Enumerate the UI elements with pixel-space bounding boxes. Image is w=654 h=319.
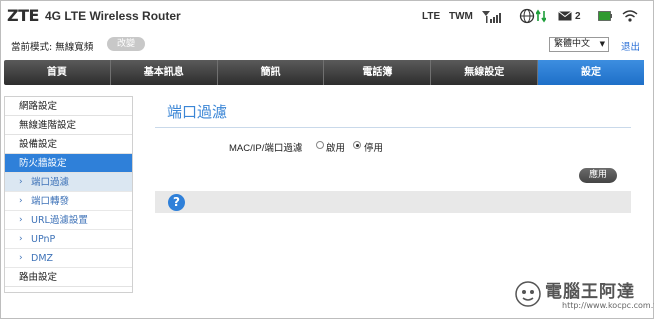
watermark-text: 電腦王阿達 — [545, 282, 635, 302]
network-type-label: LTE — [422, 7, 440, 25]
current-mode-label: 當前模式: 無線寬頻 — [11, 42, 94, 53]
mascot-icon — [515, 281, 541, 307]
chevron-down-icon: ▼ — [599, 40, 605, 48]
carrier-label: TWM — [449, 7, 473, 25]
language-select[interactable]: 繁體中文 ▼ — [549, 37, 609, 52]
main-nav: 首頁 基本訊息 簡訊 電話簿 無線設定 設定 — [4, 60, 644, 85]
sidebar-item-network-settings[interactable]: 網路設定 — [5, 97, 132, 116]
sidebar-subitem-label: 端口轉發 — [31, 196, 70, 207]
sidebar-subitem-upnp[interactable]: › UPnP — [5, 230, 132, 249]
sidebar-subitem-label: UPnP — [31, 234, 56, 245]
sidebar: 網路設定 無線進階設定 設備設定 防火牆設定 › 端口過濾 › 端口轉發 › U… — [4, 96, 133, 293]
logout-link[interactable]: 退出 — [621, 39, 640, 53]
carrier-text: TWM — [449, 10, 473, 22]
page-title: 端口過濾 — [167, 103, 228, 121]
sidebar-subitem-label: DMZ — [31, 253, 54, 264]
sidebar-subitem-port-filter[interactable]: › 端口過濾 — [5, 173, 132, 192]
sidebar-subitem-dmz[interactable]: › DMZ — [5, 249, 132, 268]
help-bar — [155, 191, 631, 213]
language-value: 繁體中文 — [554, 39, 591, 49]
help-icon[interactable]: ? — [168, 194, 185, 211]
sidebar-item-routing[interactable]: 路由設定 — [5, 268, 132, 287]
sidebar-subitem-url-filter[interactable]: › URL過濾設置 — [5, 211, 132, 230]
enable-radio-label: 啟用 — [326, 143, 346, 154]
sidebar-item-firewall[interactable]: 防火牆設定 — [5, 154, 132, 173]
mac-ip-port-filter-label: MAC/IP/端口過濾 — [229, 143, 303, 154]
enable-radio[interactable] — [316, 141, 324, 149]
disable-radio-label: 停用 — [364, 143, 384, 154]
watermark-url: http://www.kocpc.com.tw — [562, 301, 654, 310]
data-transfer-icon — [536, 7, 546, 25]
sidebar-subitem-label: 端口過濾 — [31, 177, 70, 188]
wifi-icon — [622, 7, 638, 25]
sms-count: 2 — [575, 7, 581, 25]
sms-count-text: 2 — [575, 10, 581, 22]
change-mode-button[interactable]: 改變 — [107, 37, 145, 51]
sidebar-item-wireless-advanced[interactable]: 無線進階設定 — [5, 116, 132, 135]
network-type-text: LTE — [422, 10, 441, 22]
signal-icon — [481, 7, 503, 25]
sidebar-subitem-port-forward[interactable]: › 端口轉發 — [5, 192, 132, 211]
nav-item-sms[interactable]: 簡訊 — [218, 60, 325, 85]
router-admin-window: ZTE 4G LTE Wireless Router LTE TWM 2 當前模… — [0, 0, 654, 319]
watermark: 電腦王阿達 http://www.kocpc.com.tw — [507, 277, 654, 317]
nav-item-settings[interactable]: 設定 — [538, 60, 644, 85]
apply-button[interactable]: 應用 — [579, 168, 617, 183]
disable-radio[interactable] — [353, 141, 361, 149]
nav-item-phonebook[interactable]: 電話簿 — [324, 60, 432, 85]
battery-icon — [598, 7, 612, 25]
nav-item-wireless-settings[interactable]: 無線設定 — [431, 60, 539, 85]
sidebar-subitem-label: URL過濾設置 — [31, 215, 88, 226]
header: ZTE 4G LTE Wireless Router LTE TWM 2 — [1, 1, 653, 31]
globe-icon — [519, 7, 535, 25]
chevron-right-icon: › — [19, 234, 23, 244]
sidebar-item-device-settings[interactable]: 設備設定 — [5, 135, 132, 154]
chevron-right-icon: › — [19, 196, 23, 206]
nav-item-home[interactable]: 首頁 — [4, 60, 111, 85]
chevron-right-icon: › — [19, 177, 23, 187]
title-divider — [155, 127, 631, 128]
nav-item-basic-info[interactable]: 基本訊息 — [111, 60, 218, 85]
chevron-right-icon: › — [19, 253, 23, 263]
chevron-right-icon: › — [19, 215, 23, 225]
sms-icon[interactable] — [558, 7, 572, 25]
zte-logo: ZTE — [7, 6, 39, 25]
router-title: 4G LTE Wireless Router — [45, 9, 181, 23]
